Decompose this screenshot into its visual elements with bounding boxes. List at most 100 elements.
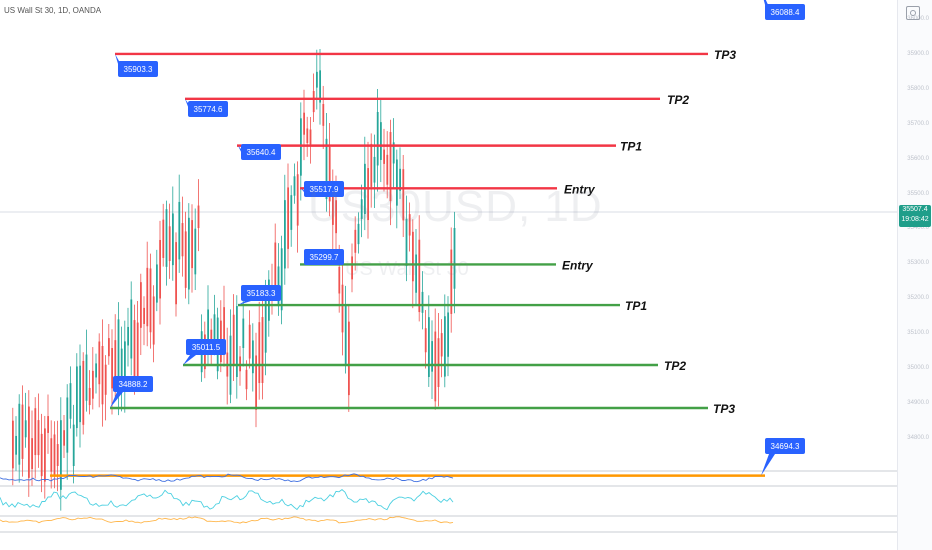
name-watermark: US Wall St 30 <box>345 258 469 280</box>
candle-body <box>136 322 139 377</box>
candle-body <box>184 231 187 288</box>
candle-body <box>348 321 350 396</box>
candle-body <box>431 341 433 372</box>
candle-body <box>60 420 62 490</box>
candle-body <box>300 118 302 176</box>
candle-body <box>82 360 85 425</box>
candle-body <box>101 346 104 405</box>
candle-body <box>24 420 27 438</box>
axis-tick-label: 35500.0 <box>907 190 929 197</box>
candle-body <box>69 383 72 419</box>
long-tp2-target-label: TP2 <box>664 359 686 373</box>
range-high-price-label: 36088.4 <box>771 8 800 17</box>
axis-tick-label: 35100.0 <box>907 330 929 337</box>
candle-body <box>40 433 43 477</box>
candle-body <box>344 305 347 365</box>
candle-body <box>258 322 261 384</box>
short-tp1-price-label: 35640.4 <box>247 148 276 157</box>
bar-countdown: 19:08:42 <box>901 216 929 223</box>
candle-body <box>322 104 325 126</box>
candle-body <box>130 299 133 359</box>
axis-tick-label: 35900.0 <box>907 51 929 58</box>
axis-tick-label: 35300.0 <box>907 260 929 267</box>
candle-body <box>386 154 389 185</box>
short-tp3-price-label: 35903.3 <box>124 65 153 74</box>
candle-body <box>146 267 149 327</box>
candle-body <box>424 328 427 353</box>
candle-body <box>28 406 30 478</box>
candle-body <box>197 205 200 229</box>
short-tp2-price-label: 35774.6 <box>194 105 223 114</box>
candle-body <box>255 355 257 410</box>
candle-body <box>338 266 341 294</box>
candle-body <box>162 219 165 258</box>
candle-body <box>72 424 75 467</box>
candle-body <box>434 331 437 402</box>
candle-body <box>376 111 379 166</box>
candle-body <box>34 408 37 456</box>
range-low-price-label: 34694.3 <box>771 442 800 451</box>
candle-body <box>63 430 65 446</box>
candle-body <box>79 365 81 423</box>
candle-body <box>309 129 312 145</box>
candle-body <box>252 340 254 374</box>
candle-body <box>172 213 174 266</box>
candle-body <box>104 364 107 395</box>
long-tp3-price-label: 34888.2 <box>119 380 148 389</box>
candle-body <box>111 348 113 389</box>
candle-body <box>149 268 152 333</box>
price-axis[interactable]: 36000.0 35900.0 35800.0 35700.0 35600.0 35500… <box>897 0 932 550</box>
candle-body <box>114 340 117 380</box>
candle-body <box>152 296 155 345</box>
long-entry-target-label: Entry <box>562 258 594 272</box>
candle-body <box>242 318 245 348</box>
current-price-value: 35507.4 <box>902 206 928 213</box>
candle-body <box>15 435 17 455</box>
candle-body <box>168 226 171 262</box>
candle-body <box>316 71 318 88</box>
candle-body <box>296 174 299 226</box>
symbol-watermark: US30USD, 1D <box>308 182 603 231</box>
candle-body <box>56 444 59 466</box>
candle-body <box>341 284 344 333</box>
symbol-header: US Wall St 30, 1D, OANDA <box>4 6 102 15</box>
candle-body <box>31 438 33 470</box>
candle-body <box>178 201 181 260</box>
candle-body <box>12 420 14 469</box>
candle-body <box>261 317 264 383</box>
candle-body <box>53 434 56 476</box>
chart-workspace[interactable]: 36088.4 35903.3 TP3 35774.6 TP2 35640.4 TP1 355… <box>0 0 932 550</box>
candle-body <box>188 217 190 290</box>
candle-body <box>108 338 110 357</box>
long-entry-price-label: 35299.7 <box>310 253 339 262</box>
candle-body <box>306 128 309 143</box>
candle-body <box>236 306 238 378</box>
candle-body <box>280 248 283 311</box>
axis-tick-label: 35200.0 <box>907 295 929 302</box>
indicator-pane <box>0 471 897 550</box>
long-tp3-target-label: TP3 <box>713 402 735 416</box>
candle-body <box>370 143 373 187</box>
candle-body <box>98 341 101 385</box>
long-tp2-price-label: 35011.5 <box>192 343 221 352</box>
candle-body <box>18 403 21 465</box>
candle-body <box>37 420 40 456</box>
candle-body <box>165 209 168 267</box>
axis-tick-label: 35000.0 <box>907 365 929 371</box>
candle-body <box>156 264 158 303</box>
candle-body <box>213 314 216 343</box>
candle-body <box>421 291 424 313</box>
candle-body <box>95 363 97 378</box>
candle-body <box>274 242 277 287</box>
candle-body <box>47 416 49 433</box>
axis-tick-label: 35600.0 <box>907 155 929 162</box>
candle-body <box>354 229 357 253</box>
long-tp1-target-label: TP1 <box>625 299 647 313</box>
candle-body <box>92 370 94 399</box>
candle-body <box>66 397 69 453</box>
candle-body <box>383 149 385 164</box>
candle-body <box>143 307 145 324</box>
candle-body <box>293 176 296 196</box>
gear-icon[interactable] <box>906 6 920 20</box>
long-tp2-tag-pointer <box>183 355 196 365</box>
